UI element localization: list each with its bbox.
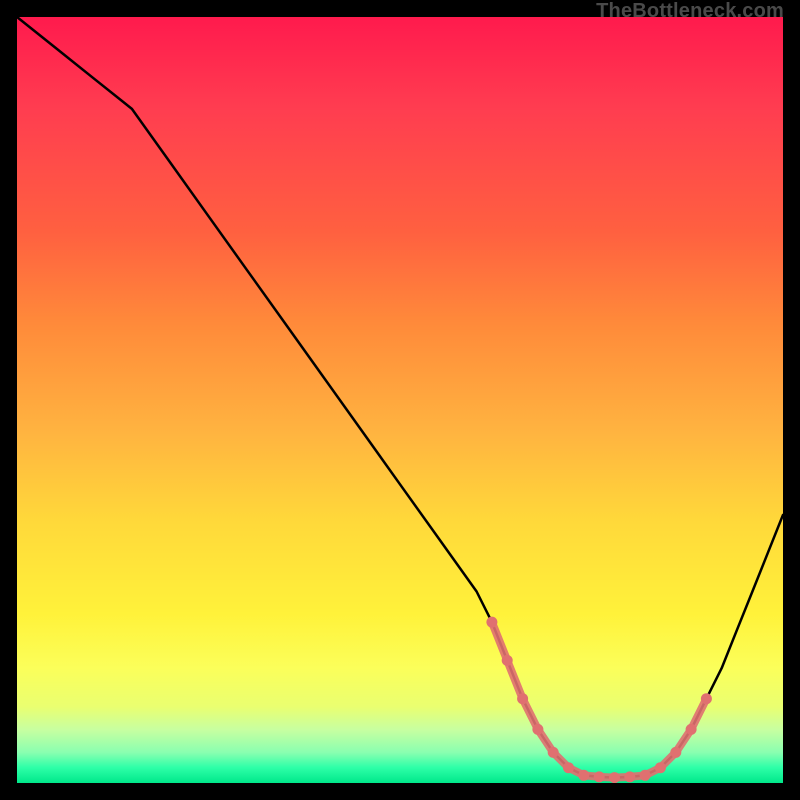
watermark-text: TheBottleneck.com: [596, 0, 784, 23]
curve-svg: [17, 17, 783, 783]
optimal-zone-markers: [486, 617, 712, 783]
gradient-plot-area: [17, 17, 783, 783]
bottleneck-curve: [17, 17, 783, 778]
chart-frame: TheBottleneck.com: [0, 0, 800, 800]
